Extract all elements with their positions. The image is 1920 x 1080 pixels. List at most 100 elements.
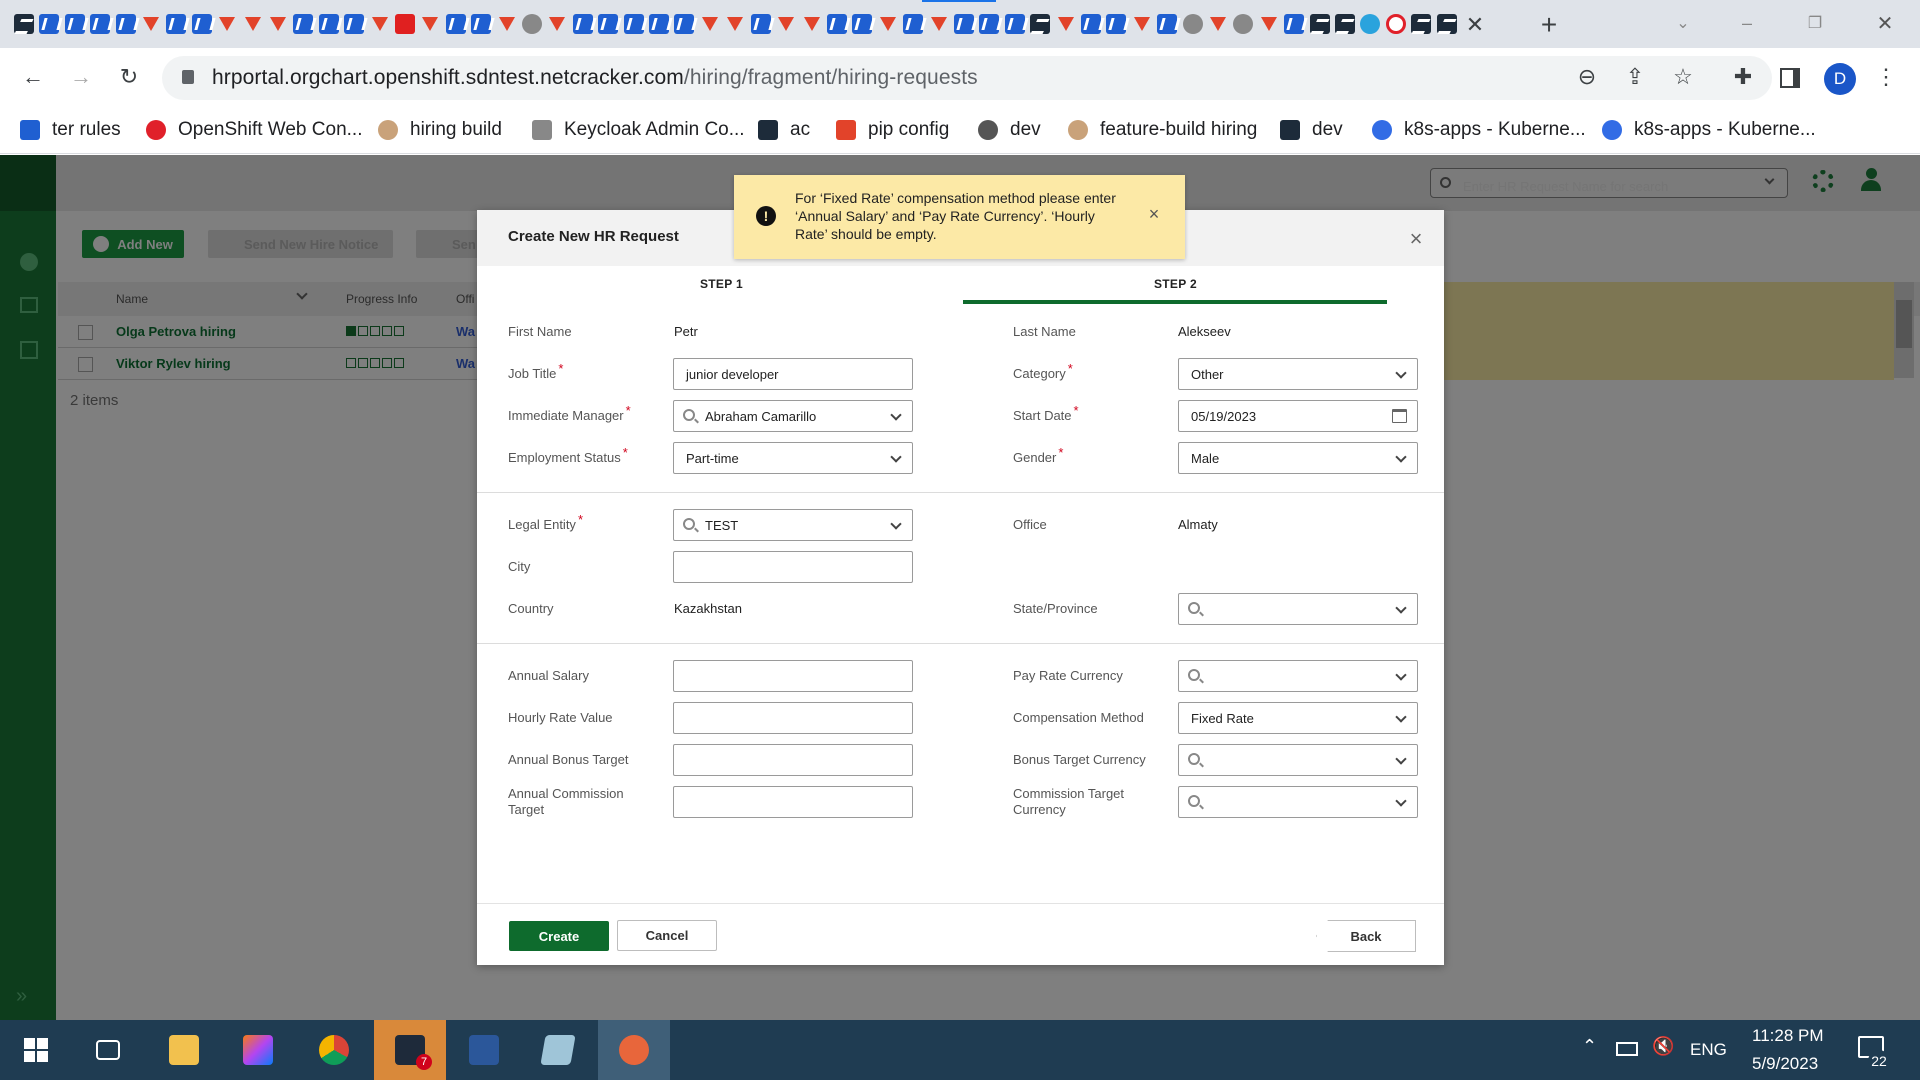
close-tab-icon[interactable]: ✕ <box>1462 12 1488 38</box>
tab-favicon[interactable] <box>572 14 593 34</box>
column-name[interactable]: Name <box>116 292 148 306</box>
tab-favicon[interactable] <box>1284 14 1305 34</box>
side-panel-icon[interactable] <box>1780 68 1800 88</box>
taskbar-file-explorer[interactable] <box>148 1020 220 1080</box>
manager-select[interactable]: Abraham Camarillo <box>673 400 913 432</box>
tab-favicon[interactable] <box>243 14 263 34</box>
requests-icon[interactable] <box>20 297 38 313</box>
restore-icon[interactable]: ❐ <box>1802 10 1828 36</box>
tab-favicon[interactable] <box>90 14 111 34</box>
send-other-button[interactable]: Sen <box>416 230 478 258</box>
pay-rate-currency-select[interactable] <box>1178 660 1418 692</box>
zoom-icon[interactable]: ⊖ <box>1572 62 1602 92</box>
scrollbar-thumb[interactable] <box>1896 300 1912 348</box>
tab-favicon[interactable] <box>1411 14 1432 34</box>
cancel-button[interactable]: Cancel <box>617 920 717 951</box>
tab-favicon[interactable] <box>39 14 60 34</box>
tab-favicon[interactable] <box>903 14 924 34</box>
bonus-target-field[interactable] <box>673 744 913 776</box>
hr-request-search[interactable] <box>1430 168 1788 198</box>
tab-favicon[interactable] <box>191 14 212 34</box>
tab-favicon[interactable] <box>725 14 745 34</box>
settings-gear-icon[interactable] <box>1812 170 1834 192</box>
bookmark-item[interactable]: dev <box>978 116 1041 144</box>
table-scrollbar[interactable] <box>1894 282 1914 378</box>
reload-icon[interactable]: ↻ <box>114 62 144 92</box>
tab-favicon[interactable] <box>445 14 466 34</box>
profile-avatar[interactable]: D <box>1824 63 1856 95</box>
tab-favicon[interactable] <box>1334 14 1355 34</box>
tab-favicon[interactable] <box>852 14 873 34</box>
taskbar-word[interactable] <box>448 1020 520 1080</box>
taskbar-notepad[interactable] <box>522 1020 594 1080</box>
create-button[interactable]: Create <box>509 921 609 951</box>
tab-favicon[interactable] <box>141 14 161 34</box>
tab-step-1[interactable]: STEP 1 <box>700 277 743 291</box>
menu-kebab-icon[interactable]: ⋮ <box>1875 62 1897 92</box>
compensation-method-select[interactable]: Fixed Rate <box>1178 702 1418 734</box>
bookmark-item[interactable]: k8s-apps - Kuberne... <box>1372 116 1586 144</box>
extensions-icon[interactable]: ✚ <box>1728 62 1758 92</box>
share-icon[interactable]: ⇪ <box>1620 62 1650 92</box>
clock-time[interactable]: 11:28 PM <box>1752 1026 1824 1046</box>
hourly-rate-field[interactable] <box>673 702 913 734</box>
bookmark-item[interactable]: Keycloak Admin Co... <box>532 116 745 144</box>
send-new-hire-notice-button[interactable]: Send New Hire Notice <box>208 230 393 258</box>
task-view-button[interactable] <box>72 1020 144 1080</box>
taskbar-postman[interactable] <box>598 1020 670 1080</box>
add-new-button[interactable]: Add New <box>82 230 184 258</box>
tab-favicon[interactable] <box>623 14 644 34</box>
city-field[interactable] <box>673 551 913 583</box>
tab-favicon[interactable] <box>649 14 670 34</box>
bonus-currency-select[interactable] <box>1178 744 1418 776</box>
reports-icon[interactable] <box>20 341 38 359</box>
tab-favicon[interactable] <box>929 14 949 34</box>
bookmark-item[interactable]: hiring build <box>378 116 502 144</box>
tab-favicon[interactable] <box>1259 14 1279 34</box>
volume-muted-icon[interactable]: 🔇 <box>1652 1036 1674 1057</box>
clock-date[interactable]: 5/9/2023 <box>1752 1054 1818 1074</box>
tab-favicon[interactable] <box>953 14 974 34</box>
tray-chevron-up-icon[interactable]: ⌃ <box>1582 1036 1597 1057</box>
forward-arrow-icon[interactable]: → <box>66 62 96 92</box>
tab-favicon[interactable] <box>979 14 1000 34</box>
legal-entity-select[interactable]: TEST <box>673 509 913 541</box>
annual-salary-field[interactable] <box>673 660 913 692</box>
tab-favicon[interactable] <box>1208 14 1228 34</box>
start-date-field[interactable]: 05/19/2023 <box>1178 400 1418 432</box>
tab-favicon[interactable] <box>1360 14 1381 34</box>
tab-favicon[interactable] <box>1436 14 1457 34</box>
minimize-icon[interactable]: – <box>1734 10 1760 36</box>
tab-favicon[interactable] <box>268 14 288 34</box>
tab-favicon[interactable] <box>826 14 847 34</box>
expand-nav-icon[interactable]: » <box>16 985 27 1008</box>
tab-favicon[interactable] <box>166 14 187 34</box>
tab-favicon[interactable] <box>1080 14 1101 34</box>
tab-search-chevron-icon[interactable]: ⌄ <box>1670 10 1696 36</box>
tab-favicon[interactable] <box>1233 14 1254 34</box>
tab-favicon[interactable] <box>370 14 390 34</box>
tab-favicon[interactable] <box>1182 14 1203 34</box>
tab-favicon[interactable] <box>776 14 796 34</box>
tab-favicon[interactable] <box>471 14 492 34</box>
tab-favicon[interactable] <box>293 14 314 34</box>
tab-favicon[interactable] <box>14 14 34 34</box>
category-select[interactable]: Other <box>1178 358 1418 390</box>
job-title-field[interactable]: junior developer <box>673 358 913 390</box>
bookmark-item[interactable]: dev <box>1280 116 1343 144</box>
url-text[interactable]: hrportal.orgchart.openshift.sdntest.netc… <box>212 66 978 90</box>
taskbar-chrome[interactable] <box>298 1020 370 1080</box>
bookmark-item[interactable]: pip config <box>836 116 949 144</box>
back-arrow-icon[interactable]: ← <box>18 62 48 92</box>
row-name-link[interactable]: Viktor Rylev hiring <box>116 356 231 371</box>
bookmark-star-icon[interactable]: ☆ <box>1668 62 1698 92</box>
tab-favicon[interactable] <box>344 14 365 34</box>
tab-favicon[interactable] <box>1030 14 1051 34</box>
start-button[interactable] <box>0 1020 72 1080</box>
bookmark-item[interactable]: OpenShift Web Con... <box>146 116 362 144</box>
tab-favicon[interactable] <box>1385 14 1406 34</box>
close-window-icon[interactable]: ✕ <box>1872 10 1898 36</box>
tab-favicon[interactable] <box>878 14 898 34</box>
tab-favicon[interactable] <box>522 14 543 34</box>
bookmark-item[interactable]: feature-build hiring <box>1068 116 1257 144</box>
